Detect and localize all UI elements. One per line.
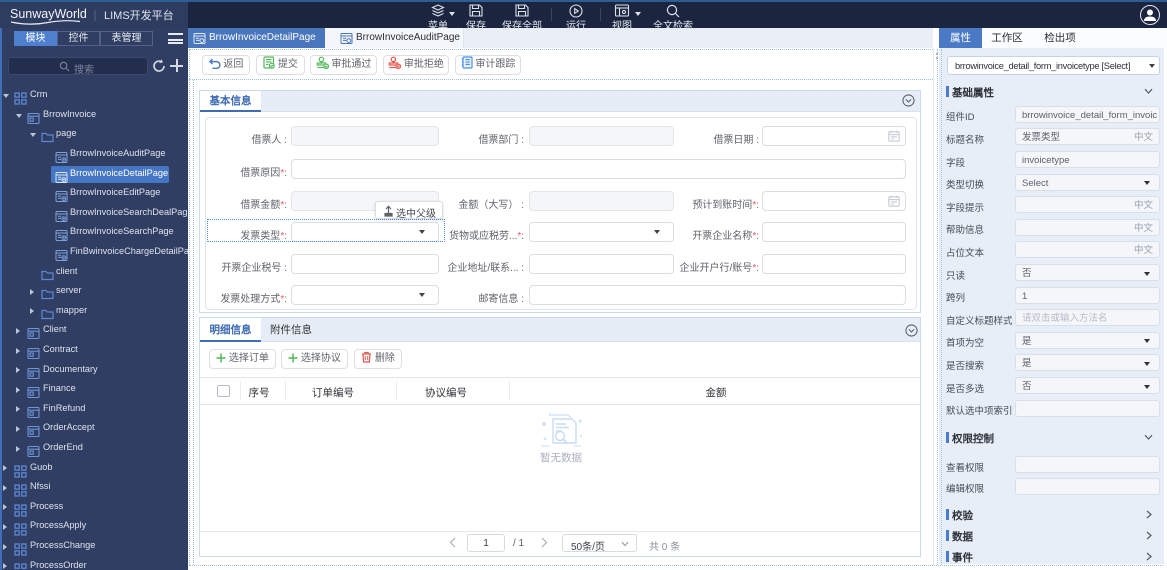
svg-text:SunwayWorld: SunwayWorld <box>10 7 87 21</box>
svg-text:LIMS开发平台: LIMS开发平台 <box>104 8 174 22</box>
